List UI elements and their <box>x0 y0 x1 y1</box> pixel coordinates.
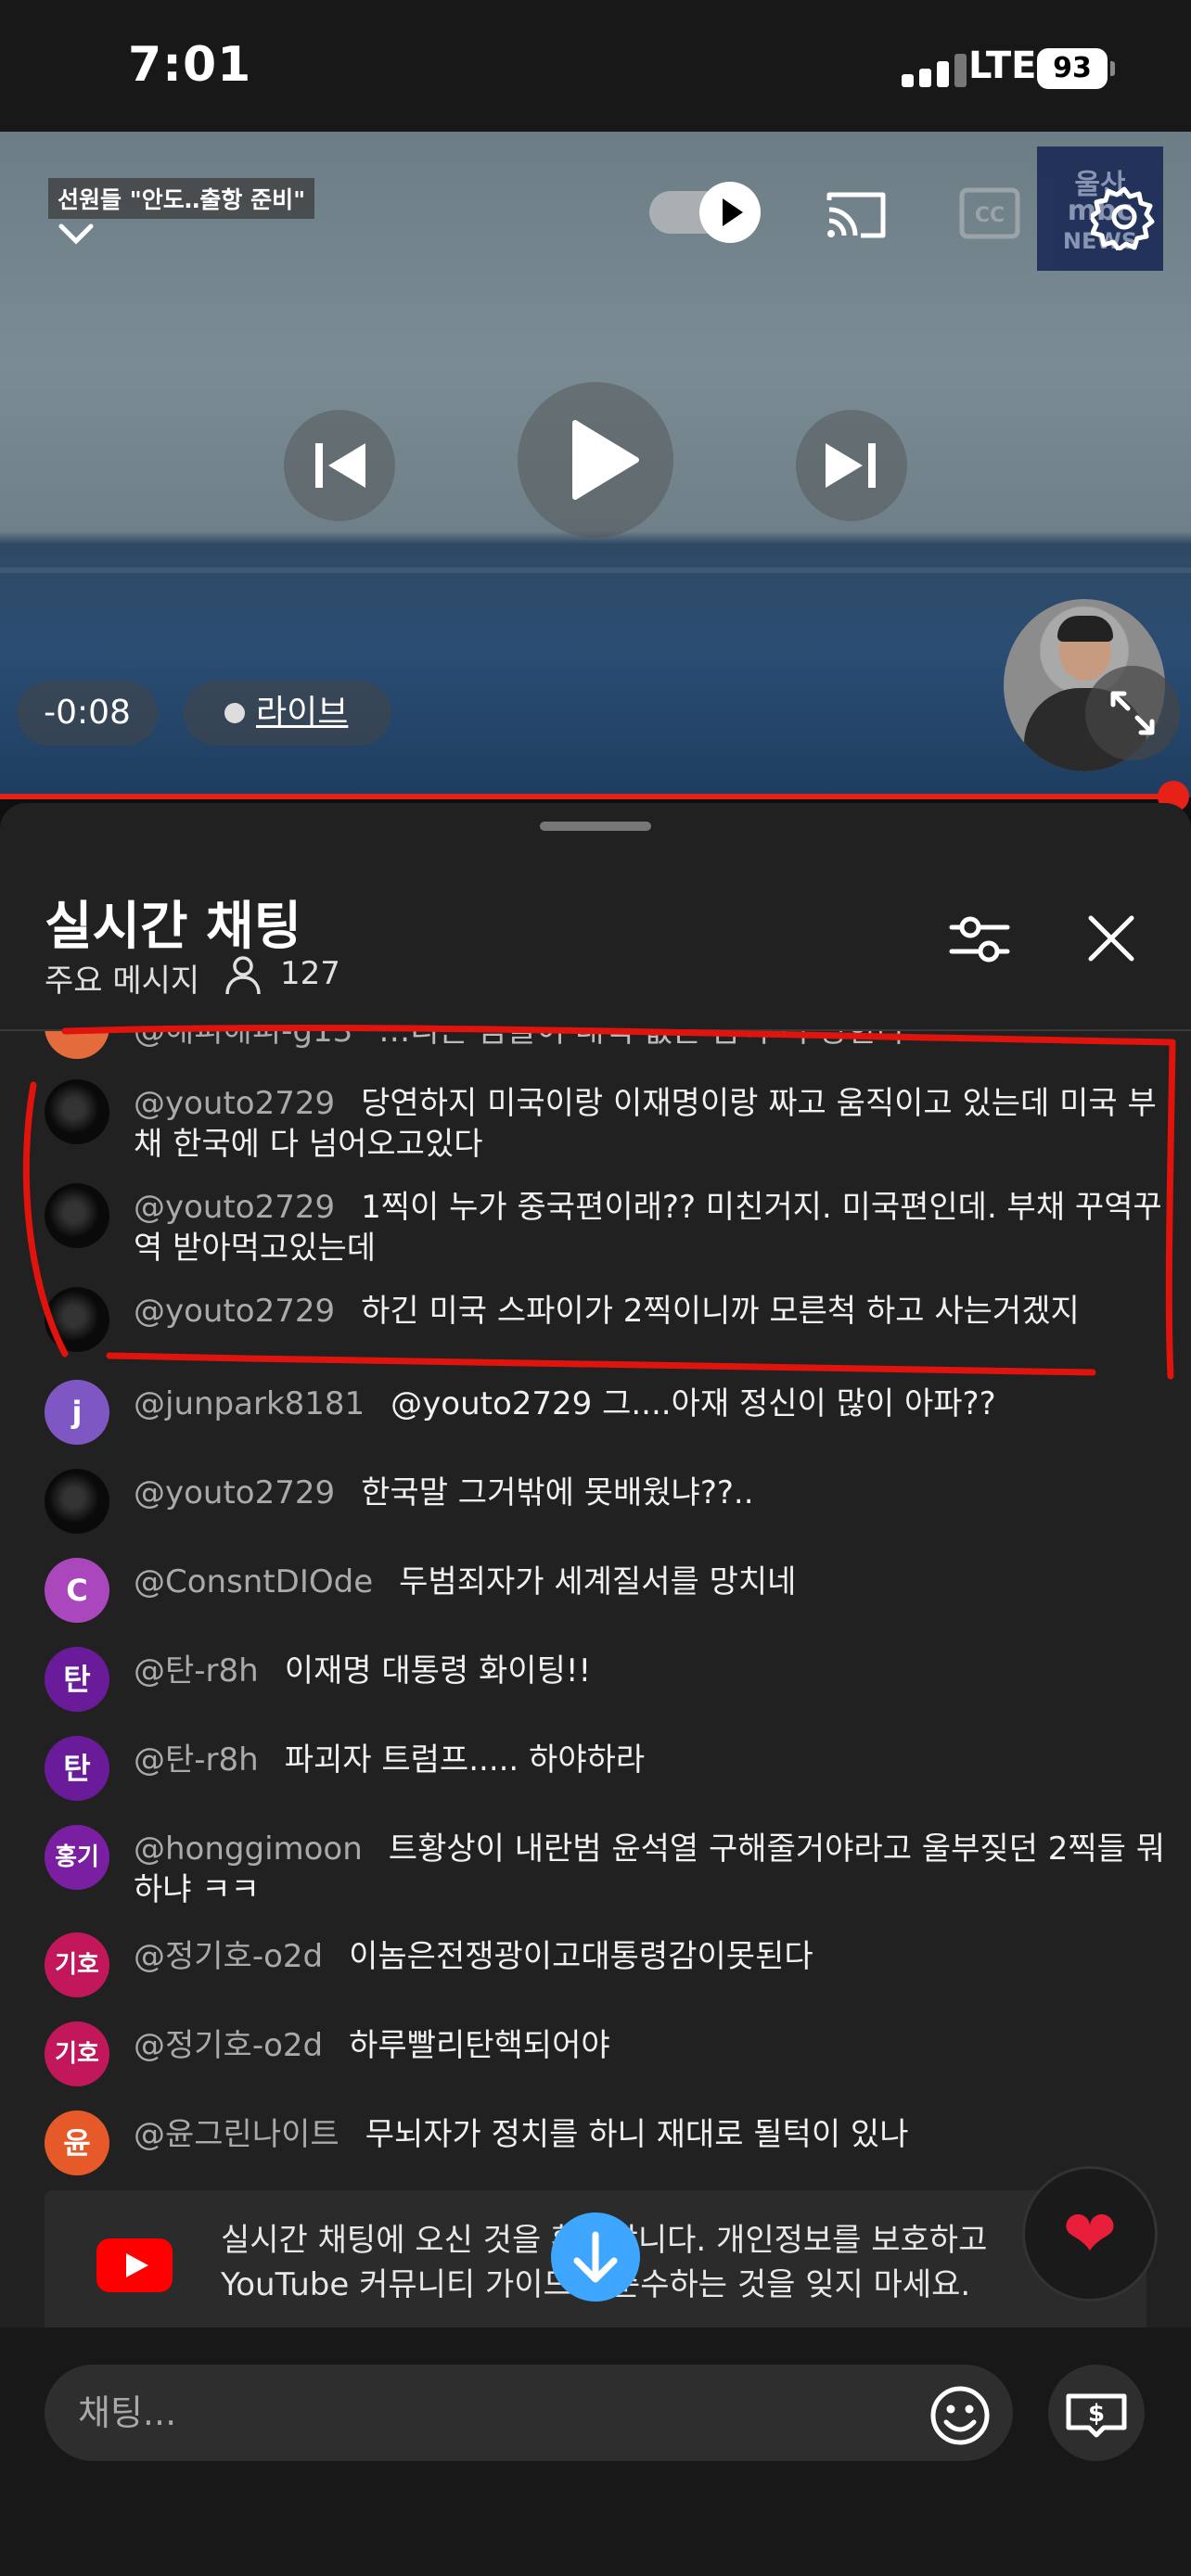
chat-text: 하긴 미국 스파이가 2찍이니까 모른척 하고 사는거겠지 <box>361 1293 1080 1330</box>
chat-text: 무뇌자가 정치를 하니 재대로 될턱이 있나 <box>365 2116 909 2153</box>
live-dot <box>224 703 245 723</box>
next-icon <box>826 443 876 488</box>
chat-author[interactable]: @ConsntDIOde <box>134 1563 373 1600</box>
news-caption: 선원들 "안도‥출항 준비" <box>48 178 315 219</box>
arrow-down-icon <box>573 2231 618 2283</box>
live-label: 라이브 <box>256 694 349 732</box>
chat-author[interactable]: @youto2729 <box>134 1189 335 1226</box>
chat-text: …리는 놈들이 대책 없는 놈이 더 당한다 <box>378 1031 906 1050</box>
superchat-button[interactable]: $ <box>1048 2365 1145 2461</box>
chat-text: @youto2729 그....아재 정신이 많이 아파?? <box>391 1385 996 1422</box>
chat-author[interactable]: @정기호-o2d <box>134 2027 323 2064</box>
previous-icon <box>315 443 365 488</box>
avatar[interactable]: j <box>45 1380 109 1445</box>
autoplay-toggle[interactable] <box>649 180 762 245</box>
chat-input[interactable] <box>45 2365 1013 2461</box>
welcome-text: 실시간 채팅에 오신 것을 환영합니다. 개인정보를 보호하고 YouTube … <box>221 2222 988 2303</box>
status-bar: 7:01 LTE 93 <box>0 0 1191 132</box>
chat-text: 파괴자 트럼프..... 하야하라 <box>284 1741 646 1779</box>
chat-author[interactable]: @정기호-o2d <box>134 1938 323 1975</box>
chat-text: 하루빨리탄핵되어야 <box>349 2027 610 2064</box>
chat-author[interactable]: @honggimoon <box>134 1830 363 1868</box>
heart-icon[interactable]: ❤ <box>1022 2166 1158 2302</box>
partial-chat-message: @해피해피-g13 …리는 놈들이 대책 없는 놈이 더 당한다 <box>45 1031 1158 1059</box>
avatar[interactable]: 홍기 <box>45 1825 109 1890</box>
chevron-down-icon[interactable] <box>58 215 95 252</box>
chat-author[interactable]: @해피해피-g13 <box>134 1031 352 1050</box>
youtube-icon <box>96 2238 173 2292</box>
next-button[interactable] <box>796 410 907 521</box>
svg-text:$: $ <box>1088 2400 1105 2428</box>
close-icon[interactable] <box>1085 912 1137 964</box>
chat-author[interactable]: @junpark8181 <box>134 1385 365 1422</box>
play-icon <box>572 420 639 500</box>
chat-text: 이재명 대통령 화이팅!! <box>284 1652 592 1690</box>
chat-author[interactable]: @youto2729 <box>134 1085 335 1122</box>
status-time: 7:01 <box>128 37 252 93</box>
avatar[interactable] <box>45 1469 109 1534</box>
battery-indicator: 93 <box>1037 48 1108 89</box>
chat-title: 실시간 채팅 <box>45 897 302 957</box>
gear-icon[interactable] <box>1091 184 1158 250</box>
signal-icon <box>902 54 968 87</box>
chat-input-area: $ <box>0 2327 1191 2576</box>
chat-author[interactable]: @youto2729 <box>134 1474 335 1511</box>
chat-mode-label[interactable]: 주요 메시지 <box>45 955 199 1001</box>
progress-bar[interactable] <box>0 794 1173 799</box>
chat-text: 이놈은전쟁광이고대통령감이못된다 <box>349 1938 813 1975</box>
avatar[interactable]: 기호 <box>45 2021 109 2086</box>
time-remaining: -0:08 <box>17 681 158 746</box>
play-button[interactable] <box>518 382 673 538</box>
avatar[interactable] <box>45 1183 109 1248</box>
avatar[interactable]: 윤 <box>45 2111 109 2175</box>
chat-author[interactable]: @탄-r8h <box>134 1741 259 1779</box>
video-player[interactable]: 선원들 "안도‥출항 준비" CC 울산 mbc NEWS -0:08 라이브 <box>0 132 1191 797</box>
chat-author[interactable]: @탄-r8h <box>134 1652 259 1690</box>
emoji-icon[interactable] <box>929 2385 991 2446</box>
chat-text: 한국말 그거밖에 못배웠냐??.. <box>361 1474 754 1511</box>
avatar[interactable] <box>45 1079 109 1144</box>
scroll-down-button[interactable] <box>551 2213 640 2302</box>
filter-icon[interactable] <box>948 907 1011 970</box>
avatar <box>45 1031 109 1059</box>
cc-icon[interactable]: CC <box>959 187 1020 239</box>
chat-author[interactable]: @윤그린나이트 <box>134 2116 339 2153</box>
expand-icon <box>1110 691 1155 735</box>
chat-text: 두범죄자가 세계질서를 망치네 <box>399 1563 797 1600</box>
play-icon <box>723 198 743 226</box>
network-label: LTE <box>968 45 1037 87</box>
superchat-icon: $ <box>1066 2393 1127 2438</box>
drag-handle[interactable] <box>540 822 651 831</box>
battery-tip <box>1110 61 1115 76</box>
svg-text:CC: CC <box>975 204 1005 227</box>
avatar[interactable]: C <box>45 1558 109 1623</box>
chat-author[interactable]: @youto2729 <box>134 1293 335 1330</box>
avatar[interactable]: 탄 <box>45 1647 109 1712</box>
person-icon <box>225 956 261 995</box>
live-button[interactable]: 라이브 <box>184 681 391 746</box>
avatar[interactable] <box>45 1287 109 1352</box>
cast-icon[interactable] <box>824 187 889 243</box>
expand-button[interactable] <box>1085 666 1180 760</box>
live-chat-panel: 실시간 채팅 주요 메시지 127 @해피해피-g13 …리는 놈들이 대책 없는… <box>0 803 1191 2576</box>
previous-button[interactable] <box>284 410 395 521</box>
avatar[interactable]: 탄 <box>45 1736 109 1801</box>
horizon <box>0 567 1191 573</box>
avatar[interactable]: 기호 <box>45 1932 109 1997</box>
viewer-count: 127 <box>280 955 340 992</box>
